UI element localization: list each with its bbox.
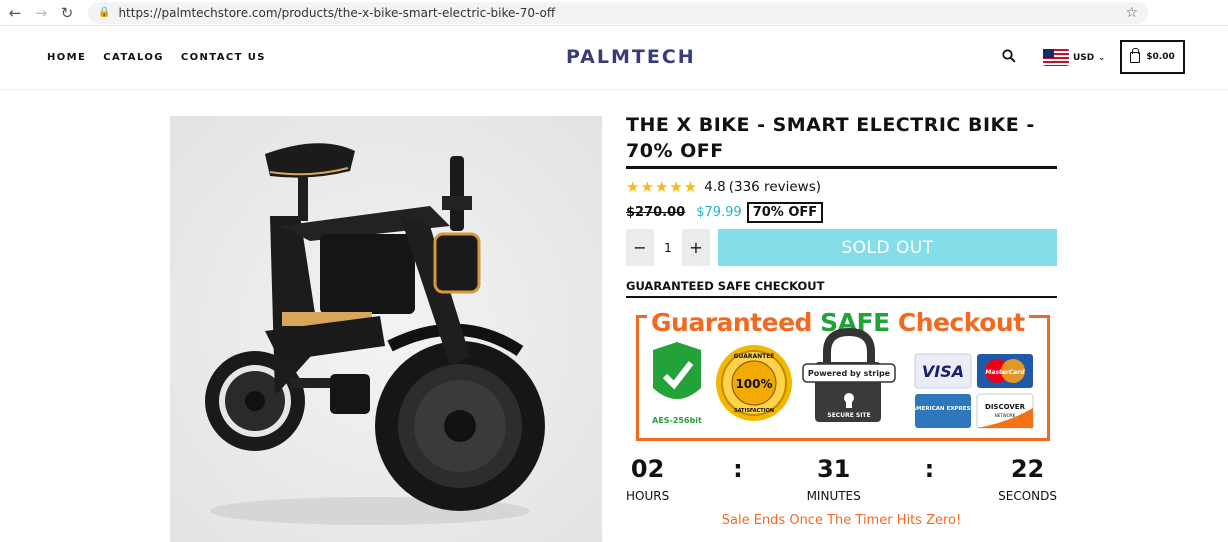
nav-catalog[interactable]: CATALOG [103,52,164,63]
product-title: THE X BIKE - SMART ELECTRIC BIKE - 70% O… [626,112,1057,169]
us-flag-icon [1043,49,1069,66]
aes-label: AES-256bit [652,416,702,425]
discover-card-icon: DISCOVER NETWORK [976,393,1034,429]
guarantee-top: GUARANTEE [734,353,775,360]
currency-selector[interactable]: USD ⌄ [1043,49,1105,66]
trust-badge-graphics: AES-256bit 100% GUARANTEE SATISFACTION P… [652,327,1034,429]
amex-card-icon: AMERICAN EXPRESS [912,394,974,428]
padlock-icon: Powered by stripe SECURE SITE [802,327,896,422]
chevron-down-icon: ⌄ [1098,53,1105,62]
shield-check-icon: AES-256bit [652,342,702,425]
review-count[interactable]: (336 reviews) [729,179,821,195]
timer-separator: : [733,455,743,483]
sale-ends-note: Sale Ends Once The Timer Hits Zero! [721,513,962,528]
timer-seconds: 22 SECONDS [998,455,1057,503]
logo-text: PALMTECH [566,46,696,68]
price-row: $270.00 $79.99 70% OFF [626,202,1057,223]
timer-separator: : [924,455,935,483]
minutes-value: 31 [816,455,851,483]
guarantee-bottom: SATISFACTION [734,408,774,414]
trust-badge: Guaranteed SAFE Checkout AES-256bit 100%… [636,308,1050,441]
mastercard-icon: MasterCard [977,354,1033,388]
bookmark-star-icon[interactable]: ☆ [1125,5,1138,21]
product-info: THE X BIKE - SMART ELECTRIC BIKE - 70% O… [626,112,1057,528]
hours-label: HOURS [626,489,670,503]
cart-button[interactable]: $0.00 [1120,40,1185,74]
lock-icon: 🔒 [98,7,111,18]
product-image[interactable] [170,116,602,542]
store-logo[interactable]: PALMTECH [566,46,696,68]
guarantee-pct: 100% [735,377,772,391]
visa-card-icon: VISA [914,353,972,389]
guarantee-heading: GUARANTEED SAFE CHECKOUT [626,279,1057,298]
seconds-value: 22 [1010,455,1045,483]
timer-minutes: 31 MINUTES [807,455,861,503]
discover-sub: NETWORK [995,413,1016,418]
electric-bike-image [170,116,602,542]
nav-contact-us[interactable]: CONTACT US [181,52,266,63]
discount-badge: 70% OFF [746,202,824,223]
sale-price: $79.99 [696,205,742,220]
browser-toolbar: ← → ↻ 🔒 https://palmtechstore.com/produc… [0,0,1228,26]
currency-label: USD [1073,52,1095,63]
shopping-bag-icon [1130,47,1141,63]
compare-at-price: $270.00 [626,205,686,220]
sold-out-button[interactable]: SOLD OUT [718,229,1057,266]
purchase-row: − 1 + SOLD OUT [626,229,1057,266]
discover-label: DISCOVER [985,403,1026,411]
guarantee-seal-icon: 100% GUARANTEE SATISFACTION [716,345,792,421]
minutes-label: MINUTES [806,489,861,503]
main-menu: HOME CATALOG CONTACT US [47,52,266,63]
store-header: HOME CATALOG CONTACT US PALMTECH USD ⌄ $… [0,26,1228,90]
countdown-timer: 02 HOURS : 31 MINUTES : 22 SECONDS [626,455,1057,503]
rating-row[interactable]: ★★★★★ 4.8 (336 reviews) [626,178,1057,196]
seconds-label: SECONDS [998,489,1057,503]
timer-hours: 02 HOURS [626,455,669,503]
amex-label: AMERICAN EXPRESS [912,406,974,412]
secure-label: SECURE SITE [827,412,870,419]
nav-home[interactable]: HOME [47,52,86,63]
quantity-input[interactable]: 1 [654,229,682,266]
stripe-label: Powered by stripe [808,369,891,378]
quantity-stepper: − 1 + [626,229,710,266]
url-text[interactable]: https://palmtechstore.com/products/the-x… [118,6,1125,20]
visa-label: VISA [922,362,964,381]
star-rating-icon: ★★★★★ [626,178,699,196]
reload-icon[interactable]: ↻ [56,2,78,24]
search-icon[interactable] [1002,48,1016,67]
hours-value: 02 [630,455,665,483]
rating-value: 4.8 [704,179,726,195]
mastercard-label: MasterCard [985,369,1025,376]
minus-icon[interactable]: − [626,229,654,266]
cart-total: $0.00 [1146,52,1175,62]
back-arrow-icon[interactable]: ← [4,2,26,24]
forward-arrow-icon[interactable]: → [30,2,52,24]
address-bar[interactable]: 🔒 https://palmtechstore.com/products/the… [88,1,1148,24]
plus-icon[interactable]: + [682,229,710,266]
